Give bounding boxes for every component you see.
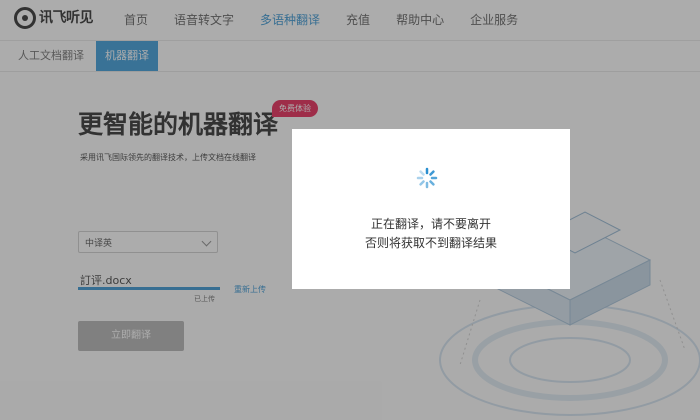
- translation-progress-modal: 正在翻译，请不要离开 否则将获取不到翻译结果: [292, 129, 570, 289]
- page: 讯飞听见 首页 语音转文字 多语种翻译 充值 帮助中心 企业服务 人工文档翻译 …: [0, 0, 700, 420]
- loading-spinner-icon: [416, 167, 438, 189]
- modal-message-primary: 正在翻译，请不要离开: [370, 217, 491, 231]
- modal-message-secondary: 否则将获取不到翻译结果: [364, 236, 497, 250]
